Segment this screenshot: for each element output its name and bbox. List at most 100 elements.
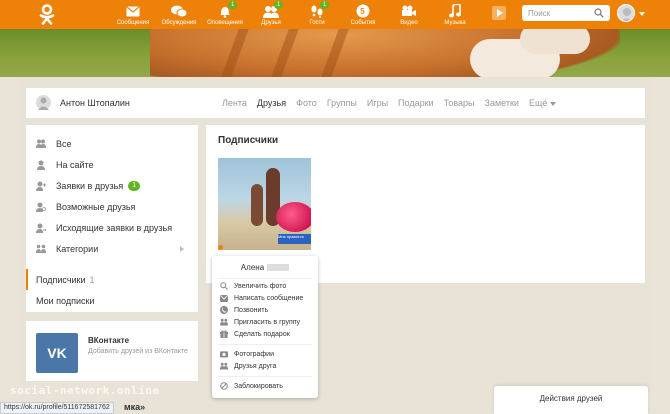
sidebar-item-all[interactable]: Все: [26, 133, 198, 154]
menu-divider: [218, 344, 312, 345]
nav-discussions[interactable]: Обсуждения: [156, 0, 202, 29]
chat-bubbles-icon: [171, 4, 187, 18]
nav-video[interactable]: Видео: [386, 0, 432, 29]
nav-events[interactable]: 5 События: [340, 0, 386, 29]
sidebar-item-label: Мои подписки: [36, 295, 95, 306]
menu-item-photos[interactable]: Фотографии: [220, 348, 274, 360]
sidebar-item-label: На сайте: [56, 159, 94, 170]
menu-item-label: Позвонить: [234, 306, 269, 314]
chevron-down-icon: [550, 101, 557, 106]
online-indicator: [218, 245, 223, 250]
sidebar-item-label: Все: [56, 138, 72, 149]
menu-item-label: Фотографии: [234, 350, 275, 358]
nav-label: Гости: [309, 20, 325, 26]
blurred-surname: [267, 264, 290, 272]
nav-label: Друзья: [261, 20, 281, 26]
ok-logo-icon[interactable]: [36, 3, 58, 25]
tab-more[interactable]: Ещё: [528, 98, 557, 108]
zoom-icon: [220, 282, 228, 290]
nav-label: Обсуждения: [161, 20, 197, 26]
main-nav: Сообщения Обсуждения 1 Оповещения 1 Друз…: [110, 0, 478, 29]
people-icon: [36, 139, 46, 149]
tab-feed[interactable]: Лента: [222, 98, 247, 108]
menu-item-call[interactable]: Позвонить: [220, 304, 268, 316]
sidebar-item-subscribers[interactable]: Подписчики 1: [26, 269, 198, 290]
vk-title: ВКонтакте: [88, 336, 130, 345]
sidebar-item-label: Заявки в друзья: [56, 180, 124, 191]
nav-label: Оповещения: [207, 20, 243, 26]
nav-notifications[interactable]: 1 Оповещения: [202, 0, 248, 29]
nav-label: События: [350, 20, 376, 26]
profile-avatar[interactable]: [36, 95, 51, 110]
profile-tabs: Лента Друзья Фото Группы Игры Подарки То…: [222, 88, 566, 118]
sidebar-item-categories[interactable]: Категории: [26, 238, 198, 259]
tab-notes[interactable]: Заметки: [485, 98, 519, 108]
subscriber-photo[interactable]: Мне нравится: [218, 158, 311, 250]
categories-icon: [36, 244, 46, 254]
message-icon: [220, 294, 228, 302]
chevron-down-icon[interactable]: [639, 12, 645, 16]
sidebar-item-my-subscriptions[interactable]: Мои подписки: [26, 290, 198, 311]
sidebar-item-requests[interactable]: Заявки в друзья 1: [26, 175, 198, 196]
vk-import-card[interactable]: VK ВКонтакте Добавить друзей из ВКонтакт…: [26, 321, 198, 381]
watermark: social-network.online: [10, 384, 160, 397]
tab-more-label: Ещё: [528, 98, 548, 108]
person-request-icon: [36, 181, 46, 191]
cover-cat-paw: [520, 29, 590, 54]
gift-icon: [220, 330, 228, 338]
requests-badge: 1: [128, 180, 141, 191]
profile-name[interactable]: Антон Штопалин: [60, 98, 130, 108]
vk-subtitle: Добавить друзей из ВКонтакте: [88, 348, 188, 355]
menu-divider: [218, 376, 312, 377]
sidebar-item-online[interactable]: На сайте: [26, 154, 198, 175]
menu-item-label: Написать сообщение: [234, 294, 304, 302]
search-icon[interactable]: [594, 8, 604, 18]
svg-text:5: 5: [360, 7, 365, 16]
menu-item-label: Заблокировать: [234, 382, 283, 390]
profile-cover: [0, 29, 670, 77]
sidebar-item-label: Подписчики: [36, 274, 86, 285]
menu-item-invite-group[interactable]: Пригласить в группу: [220, 316, 300, 328]
menu-item-zoom-photo[interactable]: Увеличить фото: [220, 280, 286, 292]
nav-label: Видео: [400, 20, 418, 26]
user-avatar[interactable]: [617, 4, 635, 22]
tab-groups[interactable]: Группы: [327, 98, 357, 108]
sidebar-item-possible[interactable]: Возможные друзья: [26, 196, 198, 217]
notification-badge: 1: [228, 1, 238, 9]
popup-user-name[interactable]: Алена: [212, 263, 318, 272]
partial-heading: мка»: [124, 402, 146, 412]
events-icon: 5: [355, 4, 371, 18]
sidebar-item-outgoing[interactable]: Исходящие заявки в друзья: [26, 217, 198, 238]
menu-item-friends-of-friend[interactable]: Друзья друга: [220, 360, 276, 372]
tab-gifts[interactable]: Подарки: [398, 98, 434, 108]
nav-friends[interactable]: 1 Друзья: [248, 0, 294, 29]
tab-games[interactable]: Игры: [367, 98, 388, 108]
menu-item-write-message[interactable]: Написать сообщение: [220, 292, 303, 304]
menu-item-block[interactable]: Заблокировать: [220, 380, 283, 392]
friends-actions-panel[interactable]: Действия друзей: [494, 386, 648, 414]
flower-image: [276, 202, 311, 232]
photos-icon: [220, 350, 228, 358]
music-play-button[interactable]: [492, 6, 506, 20]
subscribers-count: 1: [89, 274, 95, 285]
guests-badge: 1: [320, 1, 330, 9]
menu-item-label: Увеличить фото: [234, 282, 287, 290]
top-bar: Сообщения Обсуждения 1 Оповещения 1 Друз…: [0, 0, 670, 29]
tab-goods[interactable]: Товары: [444, 98, 475, 108]
music-note-icon: [447, 4, 463, 18]
chevron-right-icon: [180, 246, 184, 252]
browser-status-url: https://ok.ru/profile/511672581762: [0, 402, 114, 414]
person-search-icon: [36, 202, 46, 212]
nav-messages[interactable]: Сообщения: [110, 0, 156, 29]
menu-item-gift[interactable]: Сделать подарок: [220, 328, 290, 340]
tab-friends[interactable]: Друзья: [257, 98, 286, 108]
profile-bar: Антон Штопалин Лента Друзья Фото Группы …: [26, 88, 645, 118]
popup-name-text: Алена: [240, 263, 265, 272]
tab-photos[interactable]: Фото: [296, 98, 317, 108]
nav-guests[interactable]: 1 Гости: [294, 0, 340, 29]
sidebar-item-label: Исходящие заявки в друзья: [56, 222, 173, 233]
nav-music[interactable]: Музыка: [432, 0, 478, 29]
friends-of-friend-icon: [220, 362, 228, 370]
menu-item-label: Пригласить в группу: [234, 318, 301, 326]
vk-logo-icon: VK: [36, 333, 78, 373]
